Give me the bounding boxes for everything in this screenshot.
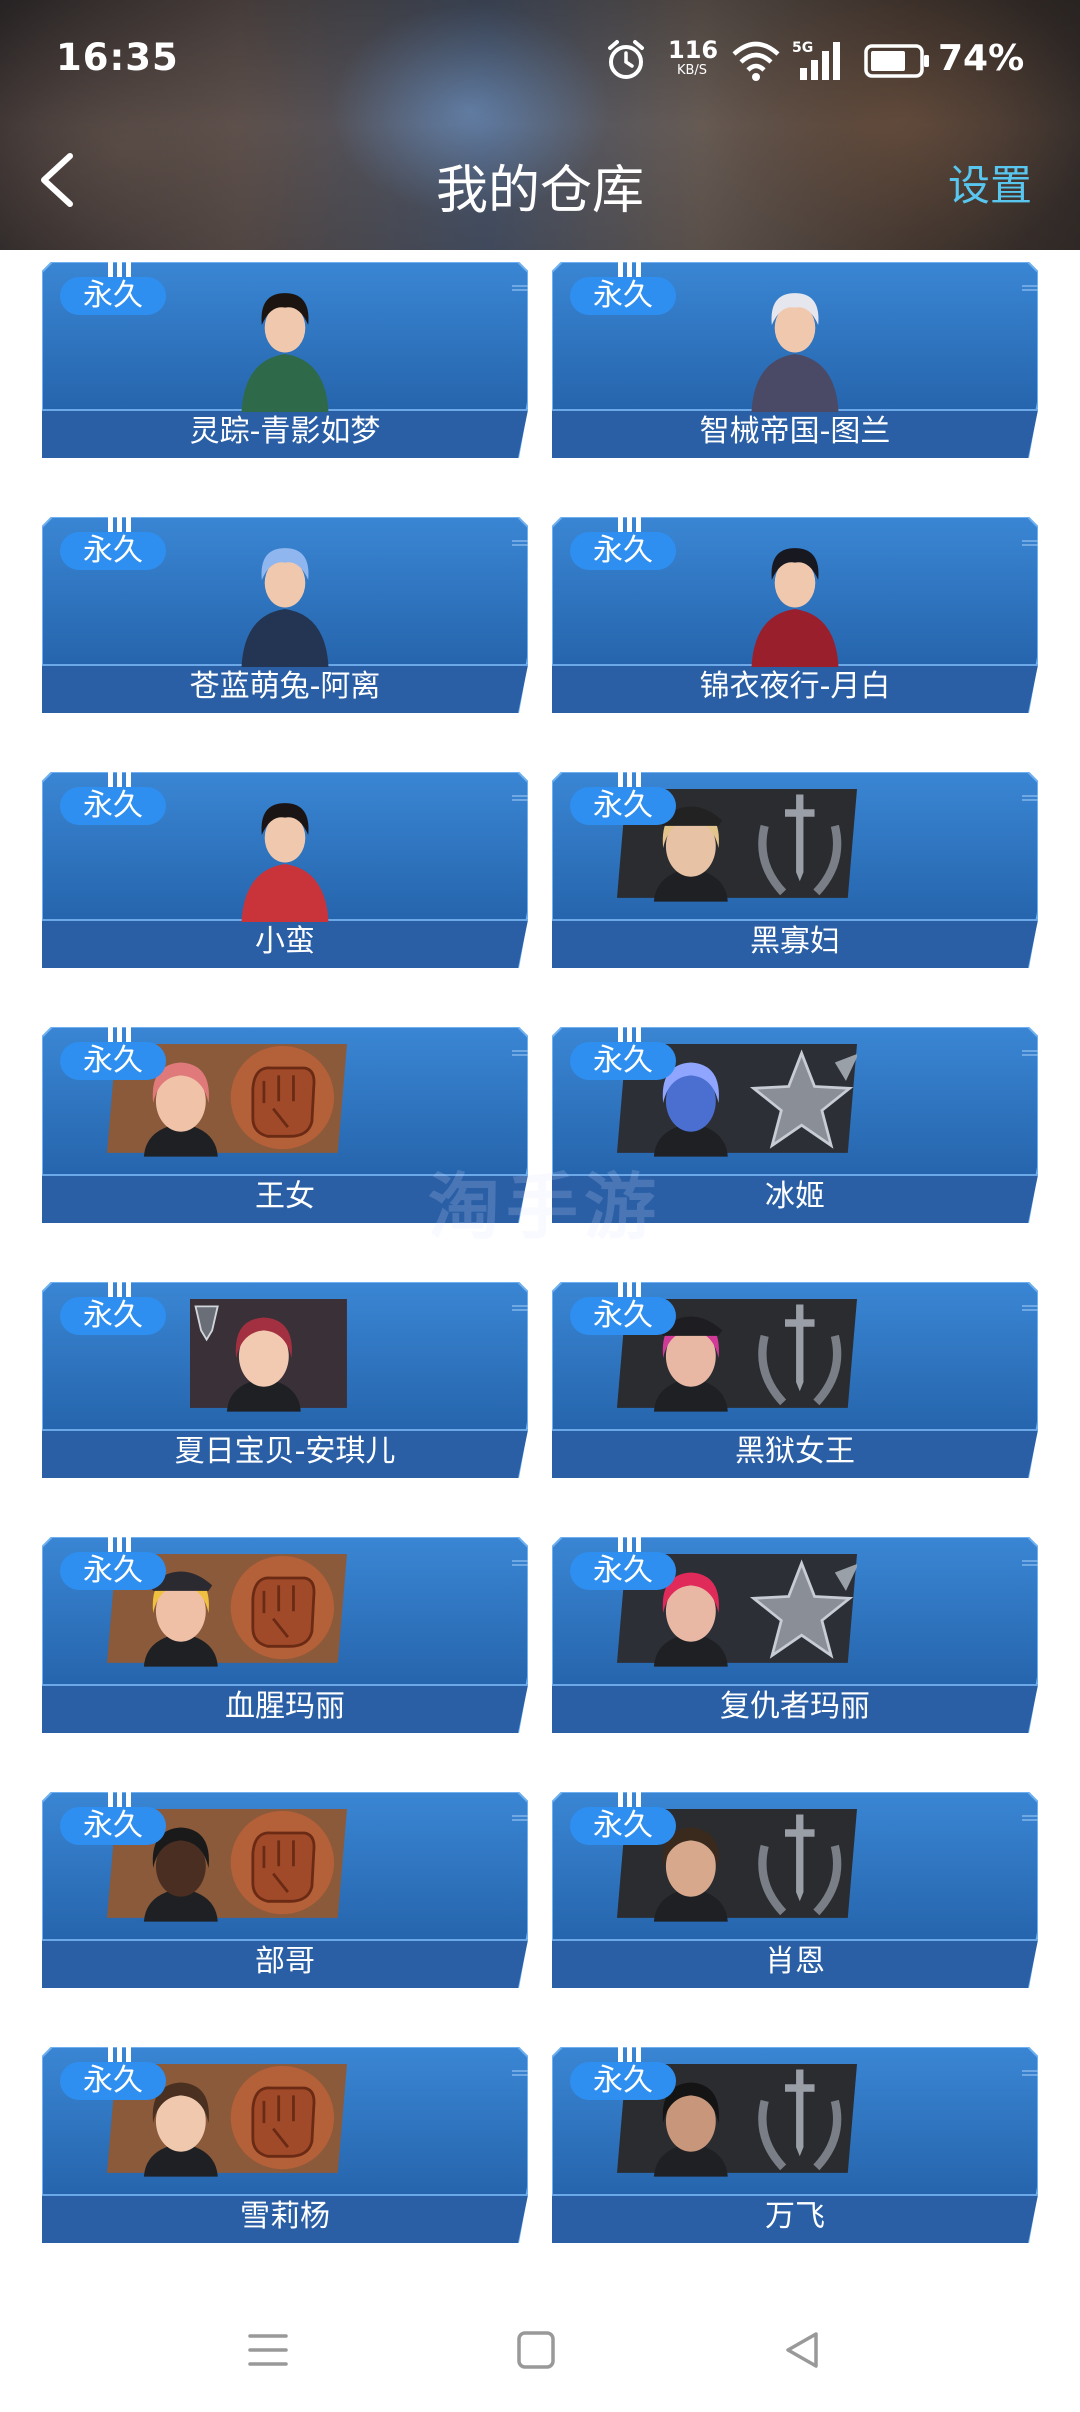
- card-notch: [618, 1282, 652, 1318]
- item-name: 复仇者玛丽: [720, 1689, 870, 1724]
- system-navigation-bar: [0, 2290, 1080, 2412]
- card-notch: [618, 517, 652, 553]
- fist-class-icon: [230, 1555, 335, 1660]
- permanent-badge: 永久: [60, 1552, 166, 1590]
- page-title: 我的仓库: [435, 161, 644, 221]
- item-name: 灵踪-青影如梦: [189, 414, 381, 449]
- card-notch: [108, 2047, 142, 2083]
- item-name: 小蛮: [255, 924, 315, 959]
- menu-icon[interactable]: [248, 2330, 288, 2370]
- card-notch: [108, 517, 142, 553]
- permanent-badge: 永久: [570, 277, 676, 315]
- network-type-label: 5G: [792, 40, 813, 56]
- inventory-card[interactable]: 永久复仇者玛丽: [552, 1537, 1038, 1733]
- inventory-card[interactable]: 永久部哥: [42, 1792, 528, 1988]
- inventory-card[interactable]: 永久肖恩: [552, 1792, 1038, 1988]
- character-figure: [241, 803, 329, 922]
- fist-class-icon: [230, 2065, 335, 2170]
- back-icon[interactable]: [782, 2330, 822, 2370]
- permanent-badge: 永久: [60, 532, 166, 570]
- battery-icon: [864, 44, 929, 78]
- character-art: [751, 293, 839, 412]
- item-name: 血腥玛丽: [225, 1689, 345, 1724]
- signal-icon: 5G: [792, 40, 840, 80]
- inventory-card[interactable]: 永久小蛮: [42, 772, 528, 968]
- character-figure: [241, 548, 329, 667]
- inventory-card[interactable]: 永久万飞: [552, 2047, 1038, 2243]
- inventory-card[interactable]: 永久血腥玛丽: [42, 1537, 528, 1733]
- alarm-icon: [608, 40, 644, 79]
- character-art: [241, 803, 329, 922]
- permanent-badge: 永久: [60, 1807, 166, 1845]
- permanent-badge: 永久: [60, 1297, 166, 1335]
- character-figure: [751, 293, 839, 412]
- permanent-badge: 永久: [60, 277, 166, 315]
- character-art: [751, 548, 839, 667]
- item-name: 苍蓝萌兔-阿离: [189, 669, 381, 704]
- fist-class-icon: [230, 1810, 335, 1915]
- header: 16:35 116 KB/S 5G 74% 我的仓库 设置: [0, 0, 1080, 250]
- inventory-card[interactable]: 永久黑狱女王: [552, 1282, 1038, 1478]
- permanent-badge: 永久: [570, 1042, 676, 1080]
- permanent-badge: 永久: [570, 1807, 676, 1845]
- network-speed-value: 116: [668, 36, 719, 64]
- permanent-badge: 永久: [570, 2062, 676, 2100]
- item-name: 锦衣夜行-月白: [699, 669, 891, 704]
- character-art: [241, 293, 329, 412]
- card-notch: [108, 1282, 142, 1318]
- character-art: [241, 548, 329, 667]
- inventory-card[interactable]: 永久智械帝国-图兰: [552, 262, 1038, 458]
- permanent-badge: 永久: [570, 787, 676, 825]
- character-figure: [241, 293, 329, 412]
- card-notch: [108, 772, 142, 808]
- card-notch: [618, 1792, 652, 1828]
- item-name: 万飞: [765, 2199, 825, 2234]
- card-notch: [618, 1027, 652, 1063]
- permanent-badge: 永久: [60, 1042, 166, 1080]
- inventory-card[interactable]: 永久锦衣夜行-月白: [552, 517, 1038, 713]
- character-portrait-frame: [190, 1299, 347, 1412]
- card-notch: [108, 262, 142, 298]
- card-notch: [618, 772, 652, 808]
- permanent-badge: 永久: [60, 787, 166, 825]
- home-icon[interactable]: [516, 2330, 556, 2370]
- permanent-badge: 永久: [570, 1297, 676, 1335]
- inventory-card[interactable]: 永久黑寡妇: [552, 772, 1038, 968]
- settings-button[interactable]: 设置: [948, 152, 1032, 213]
- status-time: 16:35: [56, 36, 179, 79]
- permanent-badge: 永久: [570, 532, 676, 570]
- fist-class-icon: [230, 1045, 335, 1150]
- item-name: 黑寡妇: [750, 924, 840, 959]
- inventory-card[interactable]: 永久灵踪-青影如梦: [42, 262, 528, 458]
- item-name: 肖恩: [765, 1944, 825, 1979]
- network-speed-unit: KB/S: [676, 63, 708, 78]
- watermark: 淘手游: [427, 1165, 662, 1249]
- inventory-card[interactable]: 永久夏日宝贝-安琪儿: [42, 1282, 528, 1478]
- wifi-icon: [732, 41, 780, 81]
- item-name: 智械帝国-图兰: [699, 414, 891, 449]
- item-name: 雪莉杨: [240, 2199, 330, 2234]
- permanent-badge: 永久: [570, 1552, 676, 1590]
- status-bar: 16:35 116 KB/S 5G 74%: [0, 0, 1080, 120]
- item-name: 夏日宝贝-安琪儿: [174, 1434, 396, 1469]
- inventory-card[interactable]: 永久苍蓝萌兔-阿离: [42, 517, 528, 713]
- battery-percent: 74%: [938, 38, 1025, 79]
- card-notch: [618, 1537, 652, 1573]
- card-notch: [108, 1792, 142, 1828]
- character-figure: [751, 548, 839, 667]
- card-notch: [108, 1027, 142, 1063]
- permanent-badge: 永久: [60, 2062, 166, 2100]
- inventory-card[interactable]: 永久雪莉杨: [42, 2047, 528, 2243]
- item-name: 黑狱女王: [735, 1434, 855, 1469]
- card-notch: [618, 262, 652, 298]
- card-notch: [108, 1537, 142, 1573]
- card-notch: [618, 2047, 652, 2083]
- network-speed: 116 KB/S: [668, 36, 719, 78]
- item-name: 部哥: [255, 1944, 315, 1979]
